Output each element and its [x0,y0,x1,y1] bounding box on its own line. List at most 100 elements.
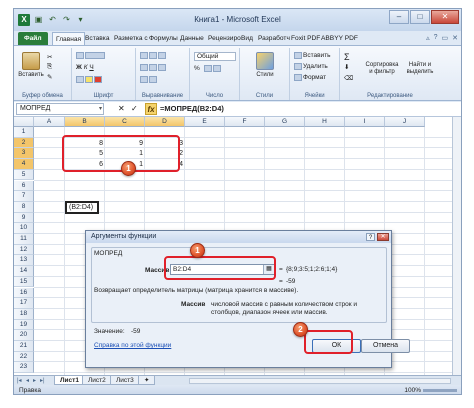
formula-bar: МОПРЕД ▾ ✕ ✓ fx =МОПРЕД(B2:D4) [14,102,461,117]
insert-function-icon[interactable]: fx [145,103,157,115]
sheet-tab-1[interactable]: Лист1 [54,376,85,385]
clear-icon[interactable]: ⌫ [344,74,353,82]
close-workbook-icon[interactable]: ✕ [452,34,458,42]
name-box[interactable]: МОПРЕД ▾ [16,103,104,115]
first-sheet-icon[interactable]: |◂ [17,377,22,384]
dialog-close-button[interactable]: ✕ [377,233,389,241]
row-header-4[interactable]: 4 [14,159,34,170]
row-header-5[interactable]: 5 [14,169,34,181]
number-format-select[interactable]: Общий [194,52,236,61]
bold-button[interactable]: Ж [76,64,82,71]
column-header-e[interactable]: E [185,117,225,127]
row-header-3[interactable]: 3 [14,148,34,160]
minimize-button[interactable]: – [389,10,409,24]
tab-data[interactable]: Данные [177,32,207,45]
column-header-a[interactable]: A [34,117,65,127]
number-format-buttons[interactable] [204,65,222,72]
prev-sheet-icon[interactable]: ◂ [26,377,29,384]
minimize-ribbon-icon[interactable]: ▵ [426,34,430,42]
row-header-2[interactable]: 2 [14,137,34,149]
zoom-slider[interactable] [423,389,457,392]
row-header-19[interactable]: 19 [14,319,34,331]
row-header-6[interactable]: 6 [14,180,34,192]
autosum-icon[interactable]: Σ [344,52,350,62]
row-header-22[interactable]: 22 [14,351,34,363]
row-header-9[interactable]: 9 [14,212,34,224]
row-header-20[interactable]: 20 [14,330,34,341]
find-select-button[interactable]: Найти и выделить [402,62,438,76]
row-header-7[interactable]: 7 [14,191,34,202]
font-name-box[interactable] [76,52,106,59]
vertical-scrollbar[interactable] [452,117,461,375]
close-window-button[interactable]: ✕ [431,10,459,24]
tab-file[interactable]: Файл [18,32,48,45]
align-horizontal-row[interactable] [140,64,167,71]
zoom-level[interactable]: 100% [404,385,421,394]
column-header-j[interactable]: J [385,117,425,127]
help-icon[interactable]: ? [434,34,438,42]
row-header-12[interactable]: 12 [14,244,34,256]
cancel-formula-icon[interactable]: ✕ [118,104,125,114]
highlight-frame-input [164,256,276,280]
row-header-17[interactable]: 17 [14,298,34,309]
format-cells-button[interactable]: Формат [294,74,326,81]
font-color-row[interactable] [76,76,103,83]
sort-filter-button[interactable]: Сортировка и фильтр [364,62,400,76]
sheet-tab-2[interactable]: Лист2 [82,376,112,385]
formula-input[interactable]: =МОПРЕД(B2:D4) [160,104,224,114]
horizontal-scrollbar[interactable] [189,378,451,384]
excel-window: X ▣ ↶ ↷ ▾ Книга1 - Microsoft Excel – □ ✕… [13,8,462,395]
row-header-11[interactable]: 11 [14,234,34,245]
italic-button[interactable]: К [84,64,88,71]
row-header-10[interactable]: 10 [14,223,34,234]
tab-page-layout[interactable]: Разметка с [111,32,151,45]
enter-formula-icon[interactable]: ✓ [131,104,138,114]
grid-row-line [34,179,461,181]
column-header-d[interactable]: D [145,117,185,127]
sheet-tab-3[interactable]: Лист3 [110,376,140,385]
tab-home[interactable]: Главная [52,32,86,45]
row-header-23[interactable]: 23 [14,362,34,374]
column-header-i[interactable]: I [345,117,385,127]
insert-cells-button[interactable]: Вставить [294,52,331,59]
row-header-8[interactable]: 8 [14,201,34,213]
cancel-button[interactable]: Отмена [361,339,410,353]
help-link[interactable]: Справка по этой функции [94,342,171,349]
paste-button[interactable]: Вставить [18,52,44,78]
underline-button[interactable]: Ч [89,64,93,71]
copy-icon[interactable]: ⎘ [47,63,52,71]
cut-icon[interactable]: ✂ [47,53,52,61]
column-header-g[interactable]: G [265,117,305,127]
row-header-16[interactable]: 16 [14,287,34,299]
align-top-row[interactable] [140,52,167,59]
tab-insert[interactable]: Вставка [82,32,113,45]
dialog-help-button[interactable]: ? [366,233,375,241]
column-header-h[interactable]: H [305,117,345,127]
active-cell[interactable]: (B2:D4) [65,200,99,214]
tab-abbyy-pdf[interactable]: ABBYY PDF [318,32,361,45]
restore-icon[interactable]: ▭ [442,34,449,42]
fill-icon[interactable]: ⬇ [344,63,349,71]
tab-view[interactable]: Вид [238,32,256,45]
row-header-13[interactable]: 13 [14,255,34,267]
percent-button[interactable]: % [194,65,200,72]
indent-row[interactable] [140,76,158,83]
row-header-18[interactable]: 18 [14,308,34,320]
column-header-c[interactable]: C [105,117,145,127]
last-sheet-icon[interactable]: ▸| [40,377,45,384]
format-painter-icon[interactable]: ✎ [47,73,52,81]
tab-formulas[interactable]: Формулы [146,32,181,45]
new-sheet-icon[interactable]: ✦ [138,376,156,385]
row-header-15[interactable]: 15 [14,276,34,288]
name-box-dropdown-icon[interactable]: ▾ [99,104,102,114]
row-header-1[interactable]: 1 [14,127,34,138]
styles-button[interactable]: Стили [252,52,278,78]
column-header-b[interactable]: B [65,117,105,127]
row-header-21[interactable]: 21 [14,341,34,352]
select-all-corner[interactable] [14,117,34,127]
next-sheet-icon[interactable]: ▸ [33,377,36,384]
row-header-14[interactable]: 14 [14,266,34,277]
column-header-f[interactable]: F [225,117,265,127]
delete-cells-button[interactable]: Удалить [294,63,328,70]
maximize-button[interactable]: □ [410,10,430,24]
